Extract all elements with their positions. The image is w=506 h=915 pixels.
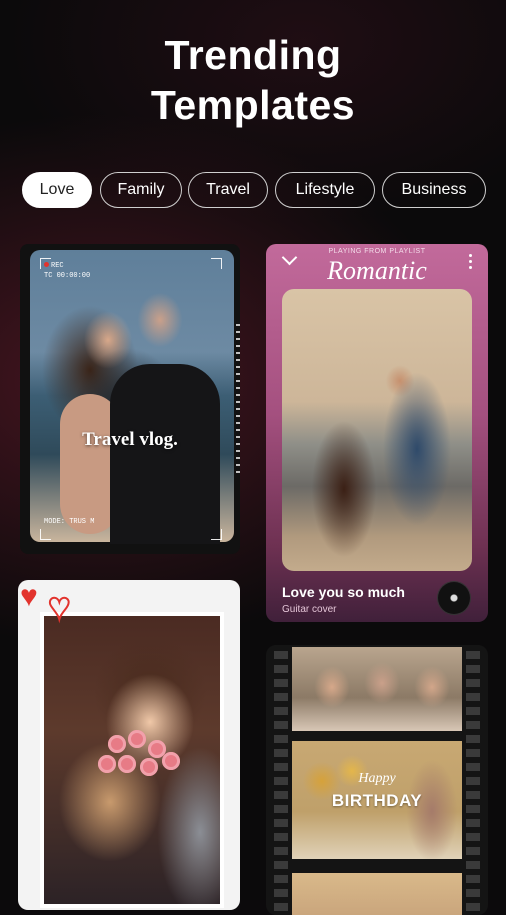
birthday-text: BIRTHDAY <box>331 791 423 810</box>
film-frame-third <box>292 873 462 915</box>
film-holes-right <box>466 645 480 915</box>
chip-travel[interactable]: Travel <box>188 172 268 208</box>
song-subtitle: Guitar cover <box>282 604 337 615</box>
playlist-name: Romantic <box>327 256 427 285</box>
more-vertical-icon[interactable] <box>469 254 472 272</box>
heart-icon: ♥ <box>20 580 38 613</box>
romantic-photo <box>282 289 472 571</box>
title-line-1: Trending <box>164 32 342 78</box>
template-card-travel-vlog[interactable]: REC TC 00:00:00 MODE: TRUS M Travel vlog… <box>20 244 240 554</box>
frame-corner <box>211 529 222 540</box>
song-title: Love you so much <box>282 584 405 600</box>
photo-frame <box>40 612 224 908</box>
template-card-birthday-film[interactable]: Happy BIRTHDAY <box>266 645 488 915</box>
template-card-romantic[interactable]: PLAYING FROM PLAYLIST Romantic Love you … <box>266 244 488 622</box>
timecode: TC 00:00:00 <box>44 272 91 280</box>
frame-corner <box>40 529 51 540</box>
heart-outline-icon: ♥ <box>47 586 72 628</box>
page-title: Trending Templates <box>0 30 506 130</box>
title-line-2: Templates <box>150 82 356 128</box>
film-frame-friends <box>292 647 462 731</box>
man-figure <box>110 364 220 544</box>
playlist-label: PLAYING FROM PLAYLIST <box>328 248 426 255</box>
frame-corner <box>211 258 222 269</box>
side-ticks <box>236 324 240 474</box>
film-holes-left <box>274 645 288 915</box>
chip-lifestyle[interactable]: Lifestyle <box>275 172 375 208</box>
travel-vlog-caption: Travel vlog. <box>82 429 178 450</box>
chip-business[interactable]: Business <box>382 172 486 208</box>
mode-label: MODE: TRUS M <box>44 518 95 526</box>
category-chips: Love Family Travel Lifestyle Business <box>22 172 486 210</box>
chip-family[interactable]: Family <box>100 172 182 208</box>
vinyl-disc-icon <box>438 582 470 614</box>
frame-corner <box>40 258 51 269</box>
film-frame-birthday: Happy BIRTHDAY <box>292 741 462 859</box>
template-card-love-photo[interactable]: ♥ ♥ <box>18 580 240 910</box>
chip-love[interactable]: Love <box>22 172 92 208</box>
happy-text: Happy <box>358 771 396 786</box>
